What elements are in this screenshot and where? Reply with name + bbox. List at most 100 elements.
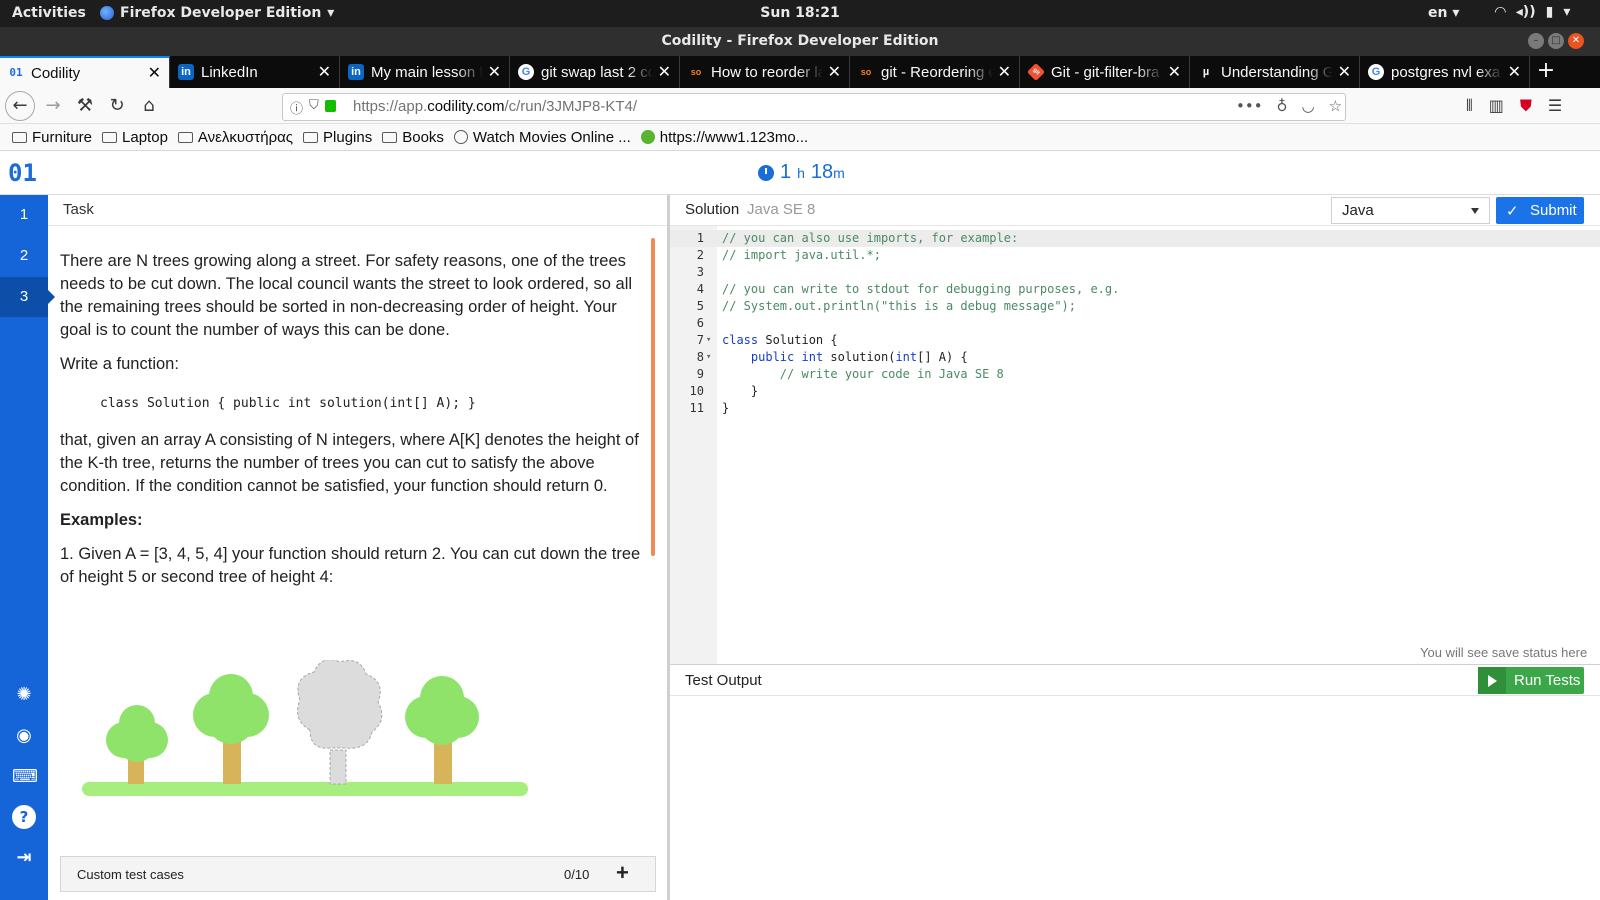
tab-google-postgres[interactable]: G postgres nvl exa ✕ — [1360, 56, 1530, 88]
sidebar-icon[interactable]: ▥ — [1489, 96, 1504, 116]
bookmark-watch-movies[interactable]: Watch Movies Online ... — [453, 129, 631, 146]
battery-icon: ▮ — [1545, 4, 1554, 20]
maximize-icon[interactable]: □ — [1548, 33, 1564, 49]
bookmark-plugins[interactable]: Plugins — [303, 129, 372, 146]
wrench-icon[interactable]: ⚒ — [70, 92, 100, 120]
bookmark-star-icon[interactable]: ☆ — [1329, 97, 1342, 115]
chevron-down-icon: ▾ — [1563, 4, 1571, 20]
lightbulb-icon[interactable]: ♁ — [1277, 97, 1288, 115]
pocket-icon[interactable]: ◡ — [1302, 97, 1315, 115]
code-line[interactable]: 5// System.out.println("this is a debug … — [670, 298, 1600, 315]
close-tab-icon[interactable]: ✕ — [318, 62, 331, 82]
keyboard-icon[interactable]: ⌨ — [12, 765, 38, 789]
back-arrow-icon[interactable]: ← — [5, 91, 35, 121]
tab-linkedin[interactable]: in LinkedIn ✕ — [170, 56, 340, 88]
system-clock[interactable]: Sun 18:21 — [0, 5, 1600, 21]
test-output-header: Test Output — [670, 664, 1600, 696]
run-tests-button[interactable]: Run Tests — [1478, 667, 1584, 694]
bookmark-books[interactable]: Books — [382, 129, 444, 146]
tab-google-git-swap[interactable]: G git swap last 2 co ✕ — [510, 56, 680, 88]
task-scrollbar[interactable] — [651, 238, 655, 556]
lock-icon[interactable] — [324, 100, 336, 112]
url-security-icons[interactable]: ⓘ ⛉ — [290, 98, 336, 117]
close-tab-icon[interactable]: ✕ — [1508, 62, 1521, 82]
close-tab-icon[interactable]: ✕ — [148, 63, 161, 83]
minimize-icon[interactable]: – — [1528, 33, 1544, 49]
bookmark-elevator[interactable]: Ανελκυστήρας — [177, 129, 293, 146]
code-line[interactable]: 7 ▾ class Solution { — [670, 332, 1600, 349]
language-indicator[interactable]: en ▾ — [1428, 5, 1459, 21]
close-tab-icon[interactable]: ✕ — [1168, 62, 1181, 82]
code-line[interactable]: 8 ▾ public int solution(int[] A) { — [670, 349, 1600, 366]
hamburger-menu-icon[interactable]: ☰ — [1548, 96, 1562, 116]
eye-icon[interactable]: ◉ — [12, 724, 36, 748]
system-menu[interactable]: ◠ ◂)) ▮ ▾ — [1495, 4, 1570, 20]
submit-button[interactable]: ✓ Submit — [1496, 197, 1584, 224]
new-tab-icon[interactable]: + — [1530, 56, 1562, 88]
fold-arrow-icon: ▾ — [706, 352, 712, 362]
code-line[interactable]: 3 — [670, 264, 1600, 281]
example-1: 1. Given A = [3, 4, 5, 4] your function … — [60, 545, 641, 586]
tab-git-filter-branch[interactable]: git Git - git-filter-bra ✕ — [1020, 56, 1190, 88]
code-line[interactable]: 10 } — [670, 383, 1600, 400]
stackoverflow-favicon-icon: so — [860, 67, 872, 77]
clock-icon — [758, 164, 774, 181]
library-icon[interactable]: ⫴ — [1466, 96, 1473, 116]
home-icon[interactable]: ⌂ — [134, 92, 164, 120]
bookmark-furniture[interactable]: Furniture — [12, 129, 92, 146]
save-status: You will see save status here — [1420, 645, 1588, 660]
task-header: Task — [48, 195, 668, 226]
code-line[interactable]: 6 — [670, 315, 1600, 332]
custom-test-cases-bar[interactable]: Custom test cases 0/10 + — [60, 856, 656, 892]
code-line[interactable]: 9 // write your code in Java SE 8 — [670, 366, 1600, 383]
add-test-case-button[interactable]: + — [616, 860, 629, 886]
info-icon[interactable]: ⓘ — [290, 98, 303, 117]
custom-test-count: 0/10 — [564, 867, 590, 882]
tab-understanding[interactable]: µ Understanding G ✕ — [1190, 56, 1360, 88]
code-line[interactable]: 4// you can write to stdout for debuggin… — [670, 281, 1600, 298]
forward-arrow-icon[interactable]: → — [38, 92, 68, 120]
code-line[interactable]: 1// you can also use imports, for exampl… — [670, 230, 1600, 247]
git-favicon-icon: git — [1026, 62, 1046, 82]
test-output-title: Test Output — [685, 672, 762, 689]
close-tab-icon[interactable]: ✕ — [658, 62, 671, 82]
google-favicon-icon: G — [1368, 64, 1384, 80]
timer: 1h 18 m — [758, 161, 845, 184]
close-tab-icon[interactable]: ✕ — [488, 62, 501, 82]
bookmarks-toolbar: Furniture Laptop Ανελκυστήρας Plugins Bo… — [0, 124, 1600, 151]
tab-stackoverflow-git-reordering[interactable]: so git - Reordering c ✕ — [850, 56, 1020, 88]
exit-icon[interactable]: ⇥ — [12, 846, 36, 870]
gnome-top-bar: Activities Firefox Developer Edition ▾ S… — [0, 0, 1600, 27]
close-tab-icon[interactable]: ✕ — [828, 62, 841, 82]
tracking-shield-icon[interactable]: ⛉ — [309, 98, 319, 117]
task-nav-1[interactable]: 1 — [0, 195, 48, 235]
tab-stackoverflow-reorder[interactable]: so How to reorder la ✕ — [680, 56, 850, 88]
code-line[interactable]: 11} — [670, 400, 1600, 417]
solution-title: Solution — [685, 201, 740, 218]
tab-codility[interactable]: 01 Codility ✕ — [0, 56, 170, 88]
trees-illustration — [82, 660, 528, 796]
task-description: There are N trees growing along a street… — [60, 250, 642, 600]
help-icon[interactable]: ? — [12, 805, 36, 829]
folder-icon — [12, 131, 27, 143]
extension-badge-icon[interactable]: ⛊ — [1520, 96, 1532, 116]
close-window-icon[interactable]: ✕ — [1568, 33, 1584, 49]
task-nav-3[interactable]: 3 — [0, 277, 55, 317]
url-bar[interactable]: https://app.codility.com/c/run/3JMJP8-KT… — [282, 93, 1346, 121]
brightness-icon[interactable]: ✺ — [12, 683, 36, 707]
close-tab-icon[interactable]: ✕ — [1338, 62, 1351, 82]
page-actions-icon[interactable]: ••• — [1236, 97, 1263, 115]
bookmark-laptop[interactable]: Laptop — [102, 129, 168, 146]
stackoverflow-favicon-icon: so — [690, 67, 702, 77]
close-tab-icon[interactable]: ✕ — [998, 62, 1011, 82]
codility-header: 01 1h 18 m — [0, 151, 1600, 195]
language-select[interactable]: Java — [1331, 197, 1490, 224]
code-line[interactable]: 2// import java.util.*; — [670, 247, 1600, 264]
bookmark-123movies[interactable]: https://www1.123mo... — [640, 129, 808, 146]
tab-linkedin-lesson[interactable]: in My main lesson f ✕ — [340, 56, 510, 88]
reload-icon[interactable]: ↻ — [102, 92, 132, 120]
folder-icon — [177, 131, 193, 143]
tab-bar: 01 Codility ✕ in LinkedIn ✕ in My main l… — [0, 56, 1600, 88]
code-editor[interactable]: 1// you can also use imports, for exampl… — [670, 226, 1600, 664]
task-nav-2[interactable]: 2 — [0, 236, 48, 276]
